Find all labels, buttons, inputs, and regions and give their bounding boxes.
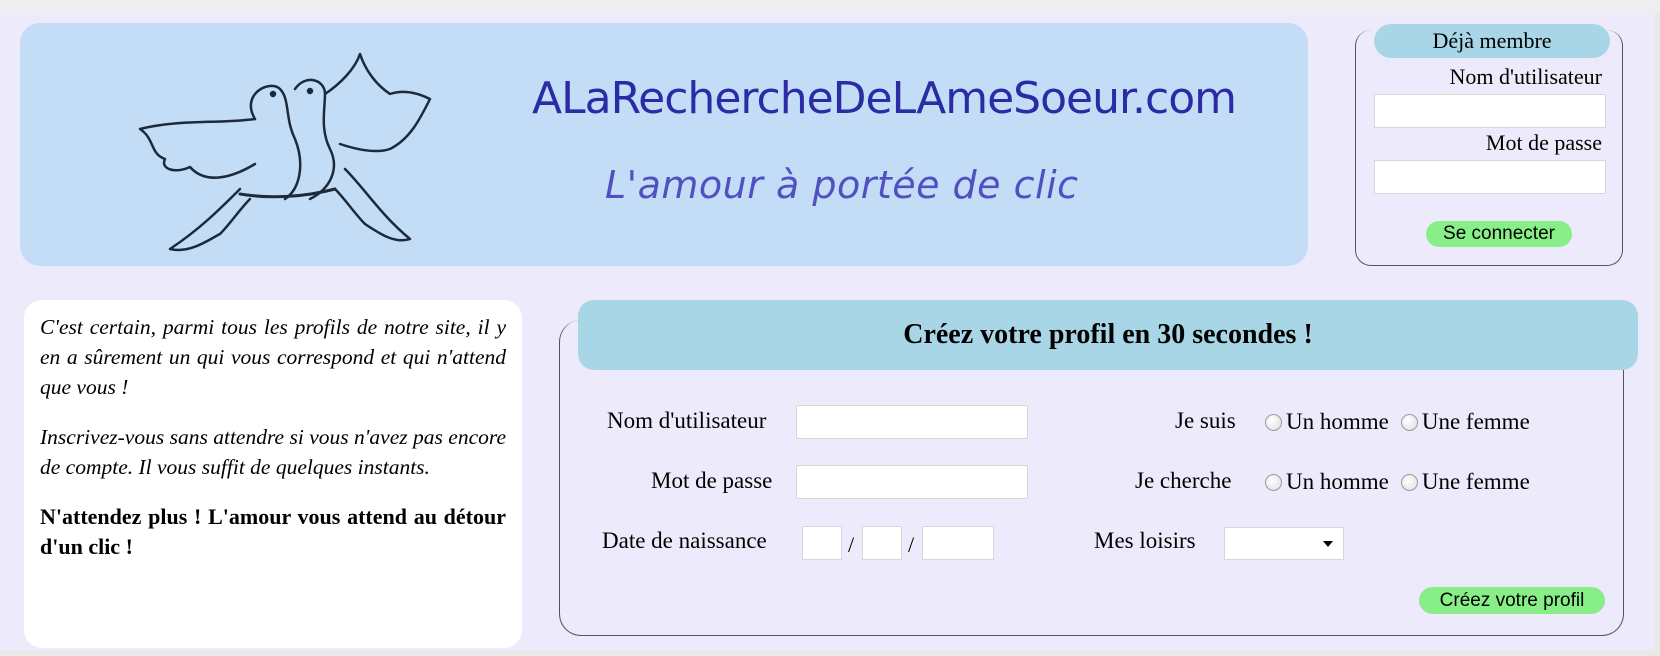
intro-paragraph: Inscrivez-vous sans attendre si vous n'a… xyxy=(40,425,506,479)
looking-for-label: Je cherche xyxy=(1135,468,1232,493)
site-title: ALaRechercheDeLAmeSoeur.com xyxy=(532,73,1237,124)
bottom-strip xyxy=(0,650,1660,656)
radio-button-icon[interactable] xyxy=(1400,473,1418,491)
top-strip xyxy=(0,0,1660,14)
create-profile-button[interactable]: Créez votre profil xyxy=(1419,587,1605,614)
i-am-woman-option[interactable]: Une femme xyxy=(1400,409,1530,435)
intro-panel: C'est certain, parmi tous les profils de… xyxy=(24,300,522,648)
login-button[interactable]: Se connecter xyxy=(1426,221,1572,247)
birth-month-input[interactable] xyxy=(862,526,902,560)
radio-label: Un homme xyxy=(1286,469,1389,494)
radio-button-icon[interactable] xyxy=(1265,473,1282,491)
i-am-label: Je suis xyxy=(1175,408,1236,433)
signup-password-label: Mot de passe xyxy=(651,468,773,493)
signup-username-input[interactable] xyxy=(796,405,1028,439)
site-banner: ALaRechercheDeLAmeSoeur.com L'amour à po… xyxy=(20,23,1308,266)
i-am-radio-group: Un homme Une femme xyxy=(1265,409,1542,435)
i-am-man-option[interactable]: Un homme xyxy=(1265,409,1389,435)
intro-call-to-action: N'attendez plus ! L'amour vous attend au… xyxy=(40,504,506,559)
intro-paragraph: C'est certain, parmi tous les profils de… xyxy=(40,315,506,399)
chevron-down-icon xyxy=(1323,541,1333,547)
signup-header: Créez votre profil en 30 secondes ! xyxy=(578,300,1638,370)
date-separator: / xyxy=(848,532,855,557)
login-header: Déjà membre xyxy=(1374,24,1610,58)
hobbies-select[interactable] xyxy=(1224,527,1344,560)
radio-button-icon[interactable] xyxy=(1400,413,1418,431)
birthdate-label: Date de naissance xyxy=(602,528,767,553)
birth-year-input[interactable] xyxy=(922,526,994,560)
looking-for-man-option[interactable]: Un homme xyxy=(1265,469,1389,495)
login-password-input[interactable] xyxy=(1374,160,1606,194)
birth-day-input[interactable] xyxy=(802,526,842,560)
login-password-label: Mot de passe xyxy=(1485,130,1602,155)
doves-logo-icon xyxy=(138,52,432,252)
date-separator: / xyxy=(908,532,915,557)
login-username-input[interactable] xyxy=(1374,94,1606,128)
looking-for-radio-group: Un homme Une femme xyxy=(1265,469,1542,495)
signup-password-input[interactable] xyxy=(796,465,1028,499)
hobbies-label: Mes loisirs xyxy=(1094,528,1196,553)
login-box: Déjà membre Nom d'utilisateur Mot de pas… xyxy=(1355,24,1623,266)
signup-username-label: Nom d'utilisateur xyxy=(607,408,767,433)
site-slogan: L'amour à portée de clic xyxy=(605,163,1079,207)
looking-for-woman-option[interactable]: Une femme xyxy=(1400,469,1530,495)
radio-label: Un homme xyxy=(1286,409,1389,434)
radio-label: Une femme xyxy=(1421,409,1530,434)
login-username-label: Nom d'utilisateur xyxy=(1449,64,1602,89)
radio-button-icon[interactable] xyxy=(1265,413,1282,431)
radio-label: Une femme xyxy=(1421,469,1530,494)
